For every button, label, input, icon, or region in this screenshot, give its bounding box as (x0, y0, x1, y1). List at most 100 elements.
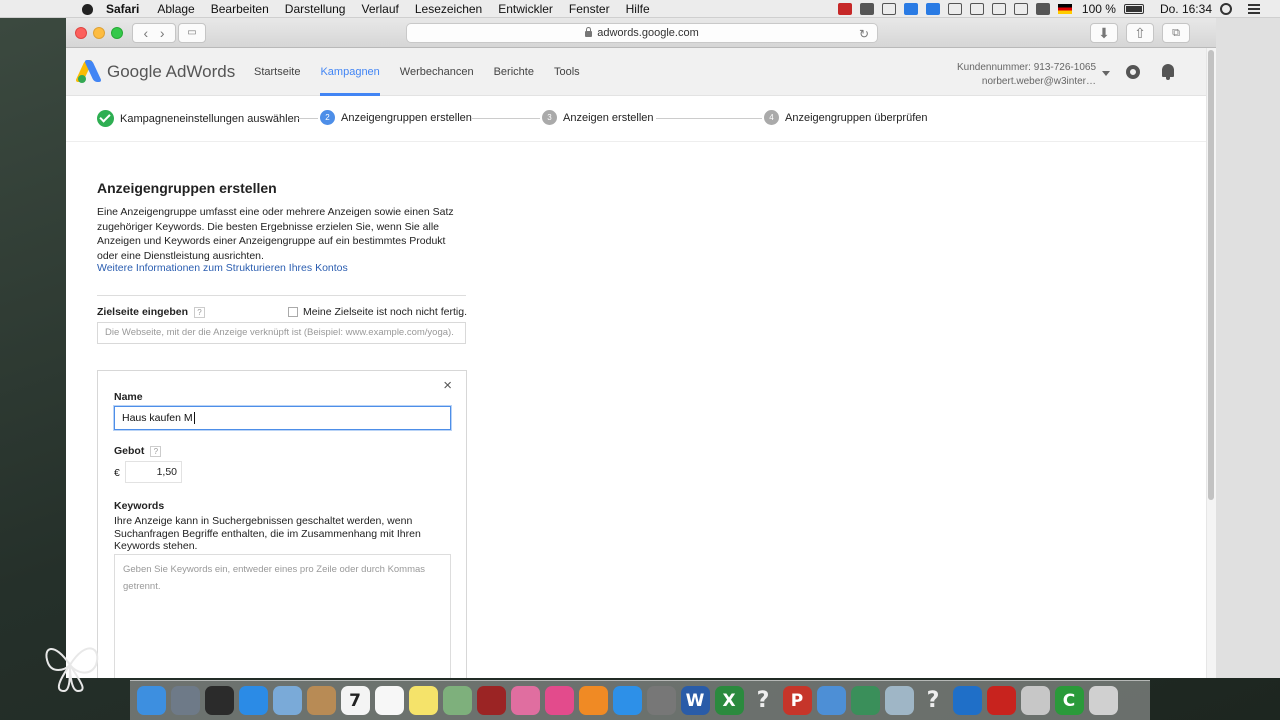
help-icon[interactable]: ? (150, 445, 162, 457)
launchpad-icon[interactable] (170, 686, 200, 715)
safari-icon[interactable] (238, 686, 268, 715)
stickies-icon[interactable] (408, 686, 438, 715)
finder-icon[interactable] (136, 686, 166, 715)
menu-hilfe[interactable]: Hilfe (626, 2, 650, 16)
account-chevron-down-icon[interactable] (1102, 71, 1110, 76)
clipboard-status-icon[interactable] (859, 3, 874, 15)
apple-menu-icon[interactable] (80, 2, 96, 16)
page-title: Anzeigengruppen erstellen (97, 180, 277, 196)
recording-status-icon[interactable] (837, 3, 852, 15)
account-info[interactable]: Kundennummer: 913-726-1065 norbert.weber… (957, 61, 1096, 89)
share-button[interactable]: ⇧ (1126, 23, 1154, 43)
nav-kampagnen[interactable]: Kampagnen (320, 48, 381, 96)
window-maximize-button[interactable] (111, 27, 123, 39)
clock[interactable]: Do. 16:34 (1160, 2, 1212, 16)
tools-icon[interactable] (884, 686, 914, 715)
time-machine-status-icon[interactable] (969, 3, 984, 15)
unknown-app-icon[interactable]: ? (749, 686, 778, 715)
notification-center-icon[interactable] (1248, 4, 1260, 14)
step-4[interactable]: 4 Anzeigengruppen überprüfen (764, 110, 928, 125)
nav-tools[interactable]: Tools (554, 48, 580, 96)
menu-lesezeichen[interactable]: Lesezeichen (415, 2, 482, 16)
menu-entwickler[interactable]: Entwickler (498, 2, 553, 16)
excel-icon[interactable]: X (714, 686, 744, 715)
back-icon[interactable]: ‹ (143, 26, 148, 40)
menu-ablage[interactable]: Ablage (157, 2, 194, 16)
adwords-brand[interactable]: Google AdWords (107, 62, 235, 82)
adwords-logo-icon[interactable] (74, 60, 103, 83)
gem-icon[interactable] (1020, 686, 1050, 715)
network-globe-icon[interactable] (850, 686, 880, 715)
nav-werbechancen[interactable]: Werbechancen (400, 48, 474, 96)
itunes-icon[interactable] (544, 686, 574, 715)
keywords-textarea[interactable]: Geben Sie Keywords ein, entweder eines p… (114, 554, 451, 678)
users-icon[interactable] (816, 686, 846, 715)
window-close-button[interactable] (75, 27, 87, 39)
window-minimize-button[interactable] (93, 27, 105, 39)
menu-darstellung[interactable]: Darstellung (285, 2, 346, 16)
trash-icon[interactable] (1088, 686, 1118, 715)
landing-page-input[interactable]: Die Webseite, mit der die Anzeige verknü… (97, 322, 466, 344)
gauge-status-icon[interactable] (881, 3, 896, 15)
preview-icon[interactable] (442, 686, 472, 715)
forward-icon[interactable]: › (160, 26, 165, 40)
mail-icon[interactable] (272, 686, 302, 715)
menu-bearbeiten[interactable]: Bearbeiten (211, 2, 269, 16)
photos-icon[interactable] (510, 686, 540, 715)
menu-app-name[interactable]: Safari (106, 2, 139, 16)
reload-icon[interactable]: ↻ (859, 27, 869, 41)
step-number: 3 (542, 110, 557, 125)
powerpoint-icon[interactable]: P (782, 686, 812, 715)
sync-status-icon[interactable] (925, 3, 940, 15)
step-number: 2 (320, 110, 335, 125)
unknown-app-2-icon[interactable]: ? (919, 686, 948, 715)
nav-berichte[interactable]: Berichte (494, 48, 534, 96)
help-icon[interactable]: ? (194, 306, 206, 318)
structure-info-link[interactable]: Weitere Informationen zum Strukturieren … (97, 262, 348, 274)
sidebar-toggle-button[interactable]: ▭ (178, 23, 206, 43)
back-forward-buttons[interactable]: ‹ › (132, 23, 176, 43)
photo-booth-icon[interactable] (476, 686, 506, 715)
ibooks-icon[interactable] (578, 686, 608, 715)
mission-control-icon[interactable] (204, 686, 234, 715)
scrollbar-thumb[interactable] (1208, 50, 1214, 500)
landing-not-ready-checkbox[interactable] (288, 307, 298, 317)
gear-icon[interactable] (1126, 65, 1140, 79)
landing-not-ready-label[interactable]: Meine Zielseite ist noch nicht fertig. (303, 306, 467, 318)
step-1[interactable]: Kampagneneinstellungen auswählen (97, 110, 300, 127)
word-icon[interactable]: W (680, 686, 710, 715)
bid-input[interactable]: 1,50 (125, 461, 182, 483)
landing-page-label: Zielseite eingeben? (97, 306, 206, 318)
volume-status-icon[interactable] (1035, 3, 1050, 15)
dropbox-status-icon[interactable] (903, 3, 918, 15)
airplay-status-icon[interactable] (947, 3, 962, 15)
notes-list-icon[interactable] (374, 686, 404, 715)
teamviewer-icon[interactable] (952, 686, 982, 715)
battery-icon[interactable] (1123, 4, 1144, 14)
menu-verlauf[interactable]: Verlauf (361, 2, 398, 16)
bluetooth-status-icon[interactable] (991, 3, 1006, 15)
bell-icon[interactable] (1162, 64, 1174, 80)
address-bar[interactable]: adwords.google.com ↻ (406, 23, 878, 43)
nav-startseite[interactable]: Startseite (254, 48, 300, 96)
downloads-button[interactable]: ⬇ (1090, 23, 1118, 43)
system-preferences-icon[interactable] (646, 686, 676, 715)
browser-toolbar: ‹ › ▭ adwords.google.com ↻ ⬇ ⇧ ⧉ (66, 18, 1216, 48)
step-3[interactable]: 3 Anzeigen erstellen (542, 110, 654, 125)
spotlight-search-icon[interactable] (1220, 3, 1232, 15)
step-2[interactable]: 2 Anzeigengruppen erstellen (320, 110, 472, 125)
menu-fenster[interactable]: Fenster (569, 2, 610, 16)
landing-not-ready-option[interactable]: Meine Zielseite ist noch nicht fertig. (288, 306, 467, 318)
step-number: 4 (764, 110, 779, 125)
keywords-description: Ihre Anzeige kann in Suchergebnissen ges… (114, 515, 421, 552)
acrobat-icon[interactable] (986, 686, 1016, 715)
wifi-status-icon[interactable] (1013, 3, 1028, 15)
app-store-icon[interactable] (612, 686, 642, 715)
close-icon[interactable]: × (443, 378, 452, 393)
camtasia-icon[interactable]: C (1054, 686, 1084, 715)
german-flag-icon[interactable] (1057, 4, 1072, 14)
tabs-overview-button[interactable]: ⧉ (1162, 23, 1190, 43)
contacts-icon[interactable] (306, 686, 336, 715)
ad-group-name-input[interactable]: Haus kaufen M (114, 406, 451, 430)
calendar-icon[interactable]: 7 (340, 686, 370, 715)
